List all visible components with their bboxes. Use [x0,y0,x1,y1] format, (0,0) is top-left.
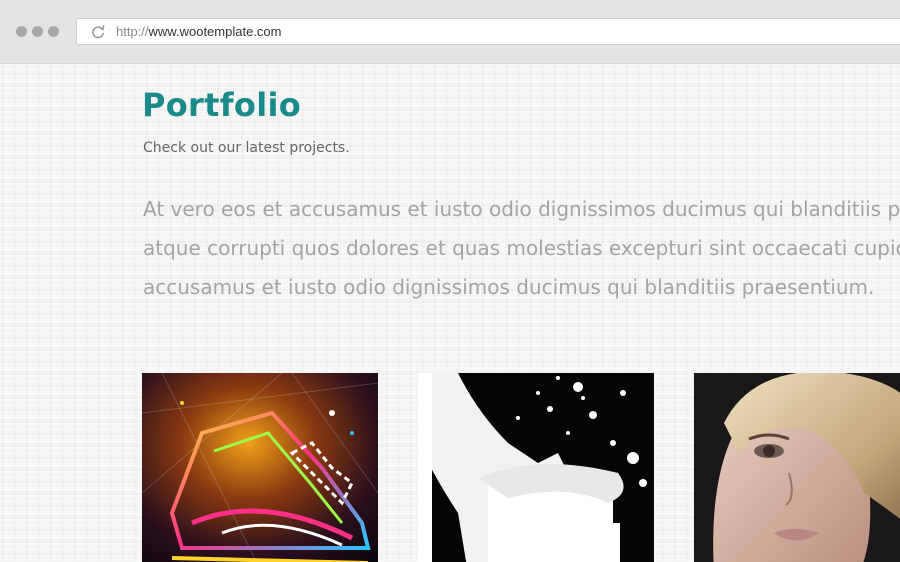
address-bar[interactable]: http://www.wootemplate.com [76,18,900,45]
portrait-image [694,373,900,562]
window-dot-icon[interactable] [32,26,43,37]
window-dot-icon[interactable] [48,26,59,37]
intro-line: accusamus et iusto odio dignissimos duci… [143,275,875,299]
project-thumbnail-portrait[interactable] [694,373,900,562]
neon-sneaker-image [142,373,378,562]
page-content: Portfolio Check out our latest projects.… [0,64,900,562]
page-title: Portfolio [142,86,302,124]
reload-icon[interactable] [90,24,106,40]
url-host: www.wootemplate.com [148,24,282,39]
url-protocol: http:// [116,24,149,39]
project-thumbnail-milk[interactable] [418,373,654,562]
window-controls [16,26,59,37]
intro-line: At vero eos et accusamus et iusto odio d… [143,197,900,221]
page-subtitle: Check out our latest projects. [143,140,350,156]
window-dot-icon[interactable] [16,26,27,37]
url-text[interactable]: http://www.wootemplate.com [116,24,281,40]
browser-toolbar: http://www.wootemplate.com [0,0,900,64]
project-thumbnail-sneaker[interactable] [142,373,378,562]
intro-paragraph: At vero eos et accusamus et iusto odio d… [143,190,900,307]
intro-line: atque corrupti quos dolores et quas mole… [143,236,900,260]
milk-splash-image [418,373,654,562]
